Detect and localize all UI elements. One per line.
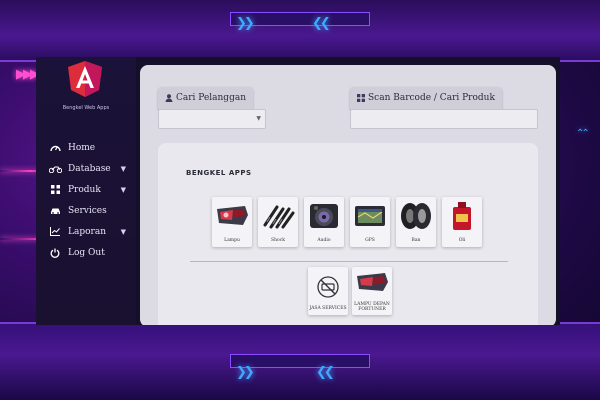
product-search-label: Scan Barcode / Cari Produk bbox=[350, 87, 502, 109]
sidebar-item-home[interactable]: Home bbox=[48, 137, 134, 158]
service-tile-lampu-depan[interactable]: LAMPU DEPAN FORTUNER bbox=[352, 267, 392, 315]
product-tile-label: Shock bbox=[271, 238, 285, 243]
sidebar-item-label: Home bbox=[68, 142, 96, 153]
sidebar-item-label: Log Out bbox=[68, 247, 105, 258]
chevron-right-icon: ❯❯ bbox=[236, 365, 255, 380]
customer-select[interactable]: ▼ bbox=[158, 109, 266, 129]
car-lamp-icon bbox=[214, 199, 250, 233]
grid-icon bbox=[48, 185, 62, 195]
speaker-icon bbox=[306, 199, 342, 233]
sidebar: Bengkel Web Apps Home Database ▼ Produk bbox=[36, 57, 136, 325]
product-tiles: Lampu Shock Audio GPS Ban Oli bbox=[212, 197, 482, 247]
product-tile-oli[interactable]: Oli bbox=[442, 197, 482, 247]
chevron-right-icon: ❯❯ bbox=[236, 16, 255, 31]
product-tile-audio[interactable]: Audio bbox=[304, 197, 344, 247]
user-icon bbox=[165, 94, 173, 102]
service-tile-label: LAMPU DEPAN FORTUNER bbox=[354, 302, 390, 313]
chevron-up-icon: ⌃⌃ bbox=[576, 128, 590, 139]
dashboard-icon bbox=[48, 143, 62, 153]
car-icon bbox=[48, 206, 62, 216]
product-tile-shock[interactable]: Shock bbox=[258, 197, 298, 247]
sidebar-item-label: Laporan bbox=[68, 226, 106, 237]
chevron-down-icon: ▼ bbox=[120, 164, 126, 173]
motorbike-icon bbox=[48, 164, 62, 174]
product-search-input[interactable] bbox=[350, 109, 538, 129]
power-icon bbox=[48, 248, 62, 258]
service-tile-label: JASA SERVICES bbox=[309, 306, 347, 311]
service-tile-jasa[interactable]: JASA SERVICES bbox=[308, 267, 348, 315]
sidebar-item-database[interactable]: Database ▼ bbox=[48, 158, 134, 179]
app-window: Bengkel Web Apps Home Database ▼ Produk bbox=[36, 57, 560, 325]
product-tile-label: Ban bbox=[411, 238, 421, 243]
product-tile-label: GPS bbox=[365, 238, 375, 243]
product-tile-label: Audio bbox=[317, 238, 331, 243]
frame-bottom-decoration bbox=[0, 322, 600, 400]
product-tile-label: Lampu bbox=[224, 238, 240, 243]
product-tile-ban[interactable]: Ban bbox=[396, 197, 436, 247]
barcode-grid-icon bbox=[357, 94, 365, 102]
chevron-down-icon: ▼ bbox=[120, 185, 126, 194]
chevron-down-icon: ▼ bbox=[256, 115, 261, 122]
product-search-label-text: Scan Barcode / Cari Produk bbox=[368, 93, 495, 103]
sidebar-item-label: Database bbox=[68, 163, 111, 174]
angular-logo-icon bbox=[68, 61, 102, 97]
sidebar-item-produk[interactable]: Produk ▼ bbox=[48, 179, 134, 200]
oil-icon bbox=[444, 199, 480, 233]
tire-icon bbox=[398, 199, 434, 233]
frame-top-decoration bbox=[0, 0, 600, 62]
sidebar-item-logout[interactable]: Log Out bbox=[48, 242, 134, 263]
panel-title: BENGKEL APPS bbox=[186, 169, 252, 177]
product-tile-lampu[interactable]: Lampu bbox=[212, 197, 252, 247]
product-panel: BENGKEL APPS Lampu Shock Audio GPS Ban O… bbox=[158, 143, 538, 325]
chevron-left-icon: ❮❮ bbox=[312, 16, 331, 31]
service-icon bbox=[310, 273, 346, 301]
sidebar-item-services[interactable]: Services bbox=[48, 200, 134, 221]
car-lamp-icon bbox=[354, 269, 390, 297]
main-content: Cari Pelanggan ▼ Scan Barcode / Cari Pro… bbox=[140, 65, 556, 325]
customer-search-label: Cari Pelanggan bbox=[158, 87, 253, 109]
divider bbox=[190, 261, 508, 262]
sidebar-nav: Home Database ▼ Produk ▼ Services Lapora… bbox=[48, 137, 134, 263]
brand-name: Bengkel Web Apps bbox=[62, 105, 110, 111]
shock-absorber-icon bbox=[260, 199, 296, 233]
chevron-left-icon: ❮❮ bbox=[316, 365, 335, 380]
customer-search-label-text: Cari Pelanggan bbox=[176, 93, 246, 103]
chart-icon bbox=[48, 227, 62, 237]
chevron-right-icon: ▶▶▶ bbox=[16, 67, 40, 82]
product-tile-label: Oli bbox=[458, 238, 466, 243]
sidebar-item-label: Produk bbox=[68, 184, 101, 195]
gps-icon bbox=[352, 199, 388, 233]
chevron-down-icon: ▼ bbox=[120, 227, 126, 236]
sidebar-item-label: Services bbox=[68, 205, 107, 216]
sidebar-item-laporan[interactable]: Laporan ▼ bbox=[48, 221, 134, 242]
product-tile-gps[interactable]: GPS bbox=[350, 197, 390, 247]
service-tiles: JASA SERVICES LAMPU DEPAN FORTUNER bbox=[308, 267, 392, 315]
